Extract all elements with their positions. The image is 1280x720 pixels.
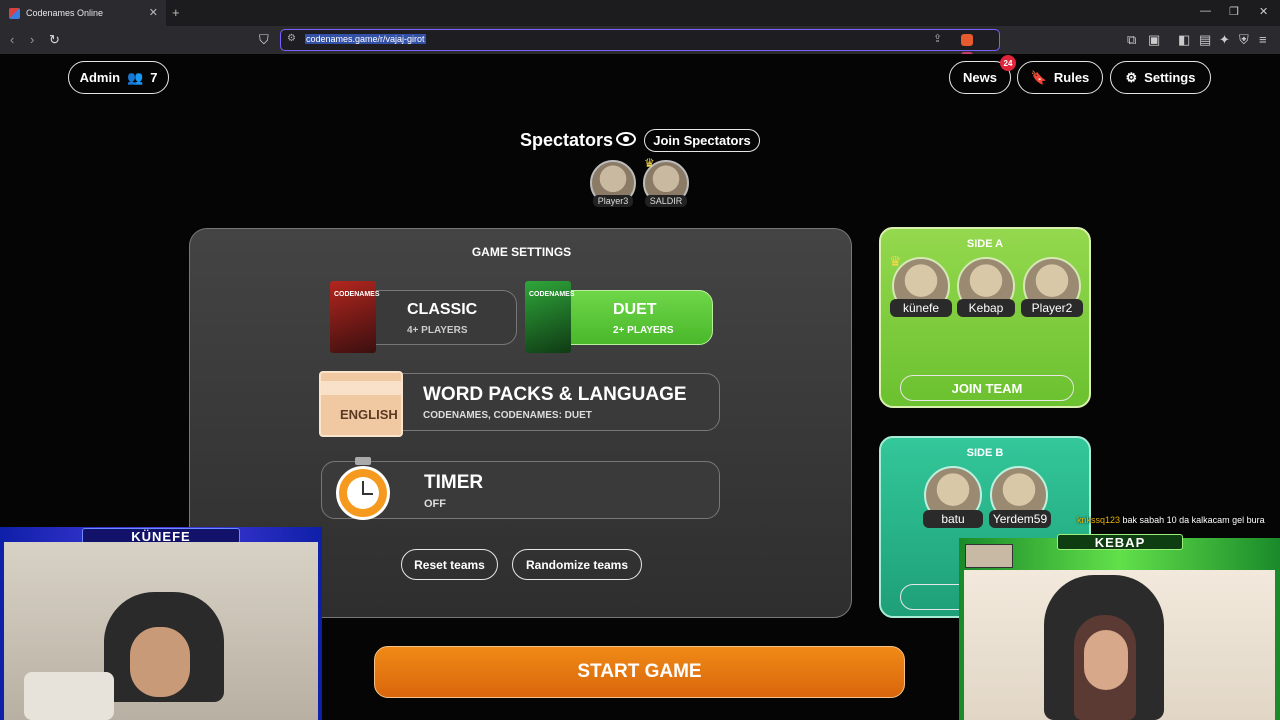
reset-teams-button[interactable]: Reset teams <box>401 549 498 580</box>
settings-label: Settings <box>1144 70 1196 85</box>
mini-preview-image <box>965 544 1013 568</box>
word-packs-subtitle: CODENAMES, CODENAMES: DUET <box>423 410 592 421</box>
wallet2-icon[interactable]: ▤ <box>1199 32 1211 48</box>
game-settings-title: GAME SETTINGS <box>471 245 572 259</box>
bookmark-icon[interactable]: ⛉ <box>259 32 269 48</box>
crown-icon: ♛ <box>644 156 655 170</box>
news-button[interactable]: News 24 <box>949 55 1016 94</box>
player-name: Player2 <box>1021 299 1083 317</box>
tab-title: Codenames Online <box>26 8 104 18</box>
chat-user: knkssq123 <box>1077 515 1121 525</box>
duet-title: DUET <box>613 301 657 318</box>
gear-icon: ⚙ <box>1125 69 1138 85</box>
rules-button[interactable]: 🔖 Rules <box>1017 61 1103 94</box>
classic-boxart-image: CODENAMES <box>330 281 380 353</box>
new-tab-button[interactable]: + <box>172 5 180 20</box>
chat-text: bak sabah 10 da kalkacam gel bura <box>1122 515 1265 525</box>
classic-players: 4+ PLAYERS <box>407 325 468 336</box>
address-bar[interactable]: ⚙ codenames.game/r/vajaj-girot ⇪ <box>280 29 1000 64</box>
spectators-title: Spectators <box>520 130 614 150</box>
share-icon[interactable]: ⇪ <box>933 32 942 45</box>
restore-icon[interactable]: ❐ <box>1229 5 1239 18</box>
browser-tab[interactable]: Codenames Online ✕ <box>0 0 166 26</box>
player-name: künefe <box>890 299 952 317</box>
back-icon[interactable]: ‹ <box>10 32 14 47</box>
brave-shield-icon[interactable] <box>961 34 973 46</box>
leo-icon[interactable]: ✦ <box>1219 32 1230 48</box>
reset-teams-label: Reset teams <box>414 557 485 572</box>
streamer-face-image <box>130 627 190 697</box>
side-a-title: SIDE A <box>966 238 1004 250</box>
site-info-icon[interactable]: ⚙ <box>287 33 296 44</box>
news-label: News <box>963 70 997 85</box>
admin-label: Admin <box>79 70 121 85</box>
crown-icon: ♛ <box>889 253 902 269</box>
close-tab-icon[interactable]: ✕ <box>149 6 158 19</box>
start-game-label: START GAME <box>577 661 702 682</box>
chat-message: knkssq123 bak sabah 10 da kalkacam gel b… <box>1077 515 1265 525</box>
randomize-teams-label: Randomize teams <box>525 557 629 572</box>
forward-icon[interactable]: › <box>30 32 34 47</box>
streamer-right-webcam-frame: KEBAP <box>959 534 1280 720</box>
rules-label: Rules <box>1053 70 1090 85</box>
player-name: batu <box>923 510 983 528</box>
minimize-icon[interactable]: — <box>1200 5 1211 17</box>
reload-icon[interactable]: ↻ <box>49 32 60 48</box>
player-name: Yerdem59 <box>989 510 1051 528</box>
url-text: codenames.game/r/vajaj-girot <box>305 34 426 44</box>
users-icon: 👥 <box>127 69 144 85</box>
streamer-right-label: KEBAP <box>1094 535 1146 550</box>
word-packs-title: WORD PACKS & LANGUAGE <box>423 384 687 405</box>
streamer-face-image <box>1084 630 1128 690</box>
bookmark-rules-icon: 🔖 <box>1030 69 1047 85</box>
extensions-icon[interactable]: ⧉ <box>1127 32 1136 48</box>
player-name: Kebap <box>957 299 1015 317</box>
duet-players: 2+ PLAYERS <box>613 325 674 336</box>
menu-icon[interactable]: ≡ <box>1259 32 1267 47</box>
join-spectators-button[interactable]: Join Spectators <box>644 129 760 152</box>
browser-navbar: ‹ › ↻ ⛉ ⚙ codenames.game/r/vajaj-girot ⇪… <box>0 26 1280 64</box>
sidebar-icon[interactable]: ◧ <box>1178 32 1190 48</box>
duet-boxart-image: CODENAMES <box>525 281 575 353</box>
spectator-name: Player3 <box>593 195 633 207</box>
randomize-teams-button[interactable]: Randomize teams <box>512 549 642 580</box>
codenames-favicon-icon <box>9 7 20 19</box>
language-tag: ENGLISH <box>340 407 398 422</box>
stopwatch-icon <box>336 466 390 520</box>
join-spectators-label: Join Spectators <box>653 133 751 148</box>
timer-value: OFF <box>424 498 446 510</box>
admin-button[interactable]: Admin 👥 7 <box>68 61 169 94</box>
player-count: 7 <box>150 70 158 85</box>
settings-button[interactable]: ⚙ Settings <box>1110 61 1211 94</box>
side-b-title: SIDE B <box>966 447 1004 459</box>
start-game-button[interactable]: START GAME <box>374 646 905 698</box>
close-window-icon[interactable]: ✕ <box>1259 5 1268 18</box>
brave-shields[interactable] <box>959 33 989 64</box>
streamer-left-video <box>4 542 318 720</box>
join-team-a-label: JOIN TEAM <box>951 380 1023 396</box>
browser-tabbar: Codenames Online ✕ + — ❐ ✕ <box>0 0 1280 26</box>
streamer-left-webcam-frame: KÜNEFE <box>0 527 322 720</box>
streamer-right-video <box>964 570 1275 720</box>
news-badge: 24 <box>1000 55 1016 71</box>
eye-icon <box>616 132 636 146</box>
sofa-image <box>24 672 114 720</box>
spectator-name: SALDIR <box>645 195 687 207</box>
side-a-panel: SIDE A ♛ künefe Kebap Player2 JOIN TEAM <box>879 227 1091 408</box>
join-team-a-button[interactable]: JOIN TEAM <box>900 375 1074 401</box>
wallet-icon[interactable]: ▣ <box>1148 32 1160 48</box>
language-card-icon: ENGLISH <box>319 371 403 437</box>
vpn-icon[interactable]: ⛨ <box>1239 32 1249 48</box>
timer-title: TIMER <box>424 472 484 493</box>
stopwatch-top-icon <box>355 457 371 465</box>
classic-title: CLASSIC <box>407 301 478 318</box>
